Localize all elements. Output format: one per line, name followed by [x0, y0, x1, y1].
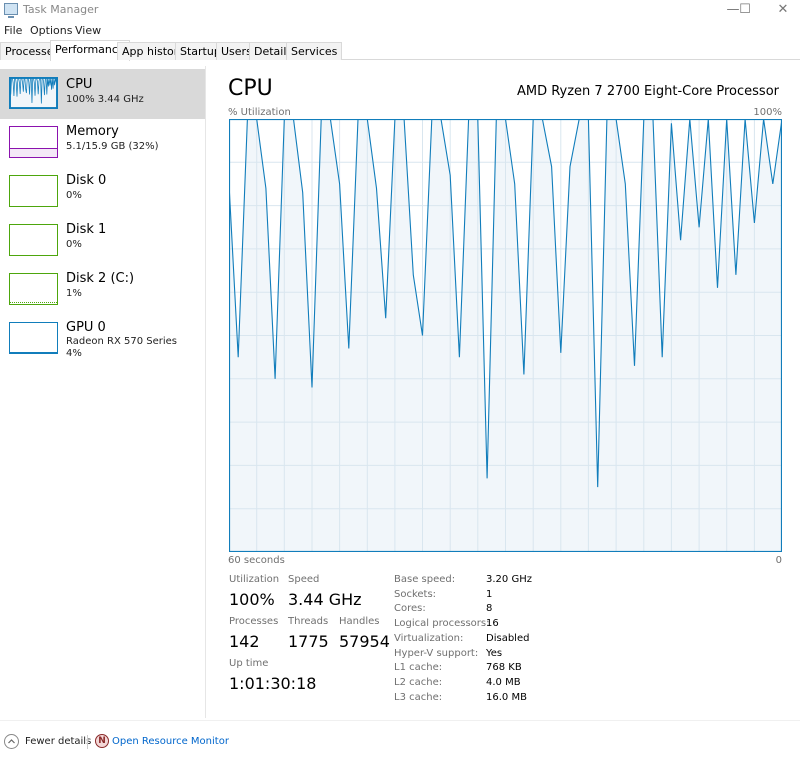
sidebar-item-subtitle: 0%	[66, 190, 82, 201]
processes-label: Processes	[229, 616, 279, 627]
detail-value: 1	[486, 588, 493, 600]
chevron-up-icon	[8, 739, 15, 744]
detail-label: L2 cache:	[394, 676, 443, 688]
detail-value: 768 KB	[486, 662, 522, 674]
detail-label: Virtualization:	[394, 632, 464, 644]
sidebar-item-gpu-0[interactable]: GPU 0 Radeon RX 570 Series 4%	[0, 314, 205, 370]
window-title: Task Manager	[23, 3, 99, 16]
graph-y-label: % Utilization	[228, 107, 291, 118]
maximize-icon: ☐	[739, 2, 751, 17]
detail-label: L1 cache:	[394, 662, 443, 674]
sidebar-item-title: Memory	[66, 124, 119, 139]
detail-value: 4.0 MB	[486, 676, 521, 688]
sidebar-item-title: Disk 0	[66, 173, 107, 188]
processor-name: AMD Ryzen 7 2700 Eight-Core Processor	[516, 84, 779, 99]
sidebar-item-title: CPU	[66, 77, 93, 92]
speed-label: Speed	[288, 574, 320, 585]
uptime-label: Up time	[229, 658, 269, 669]
processes-value: 142	[229, 632, 260, 651]
sidebar-item-usage: 4%	[66, 348, 82, 359]
detail-value: Yes	[486, 647, 503, 659]
cpu-utilization-graph	[229, 119, 782, 552]
utilization-label: Utilization	[229, 574, 280, 585]
sidebar-item-subtitle: 0%	[66, 239, 82, 250]
memory-thumbnail-graph	[9, 126, 58, 158]
detail-label: Logical processors:	[394, 618, 490, 630]
handles-value: 57954	[339, 632, 390, 651]
disk2-thumbnail-graph	[9, 273, 58, 305]
resource-sidebar: CPU 100% 3.44 GHz Memory 5.1/15.9 GB (32…	[0, 66, 206, 718]
speed-value: 3.44 GHz	[288, 590, 362, 609]
gpu-thumbnail-graph	[9, 322, 58, 354]
sidebar-item-title: GPU 0	[66, 320, 106, 335]
sidebar-item-cpu[interactable]: CPU 100% 3.44 GHz	[0, 69, 205, 119]
sidebar-item-subtitle: Radeon RX 570 Series	[66, 336, 177, 347]
threads-value: 1775	[288, 632, 329, 651]
page-title: CPU	[228, 76, 273, 101]
detail-value: Disabled	[486, 632, 530, 644]
close-button[interactable]: ✕	[766, 0, 800, 22]
sidebar-item-subtitle: 5.1/15.9 GB (32%)	[66, 141, 159, 152]
detail-label: L3 cache:	[394, 691, 443, 703]
task-manager-icon	[4, 3, 18, 18]
threads-label: Threads	[288, 616, 329, 627]
graph-y-max-label: 100%	[753, 107, 782, 118]
tab-services[interactable]: Services	[286, 42, 343, 60]
detail-value: 3.20 GHz	[486, 574, 532, 585]
graph-x-right-label: 0	[775, 555, 782, 566]
detail-value: 8	[486, 603, 493, 615]
uptime-value: 1:01:30:18	[229, 674, 317, 693]
handles-label: Handles	[339, 616, 380, 627]
detail-value: 16	[486, 618, 499, 630]
detail-label: Base speed:	[394, 574, 456, 585]
disk1-thumbnail-graph	[9, 224, 58, 256]
sidebar-item-subtitle: 1%	[66, 288, 82, 299]
sidebar-item-memory[interactable]: Memory 5.1/15.9 GB (32%)	[0, 118, 205, 168]
sidebar-item-title: Disk 1	[66, 222, 107, 237]
sidebar-item-disk-1[interactable]: Disk 1 0%	[0, 216, 205, 266]
close-icon: ✕	[777, 2, 789, 17]
menu-view[interactable]: View	[75, 24, 101, 37]
graph-x-left-label: 60 seconds	[228, 555, 285, 566]
detail-label: Hyper-V support:	[394, 647, 479, 659]
utilization-value: 100%	[229, 590, 275, 609]
menu-options[interactable]: Options	[30, 24, 72, 37]
tab-bar: Processes Performance App history Startu…	[0, 40, 800, 61]
sidebar-item-title: Disk 2 (C:)	[66, 271, 135, 286]
sidebar-item-disk-0[interactable]: Disk 0 0%	[0, 167, 205, 217]
footer: Fewer details N Open Resource Monitor	[0, 720, 800, 758]
title-bar: Task Manager — ☐ ✕	[0, 0, 800, 22]
sidebar-item-disk-2[interactable]: Disk 2 (C:) 1%	[0, 265, 205, 315]
sidebar-item-subtitle: 100% 3.44 GHz	[66, 94, 144, 105]
detail-label: Cores:	[394, 603, 426, 615]
maximize-button[interactable]: ☐	[728, 0, 762, 22]
open-resource-monitor-link[interactable]: Open Resource Monitor	[112, 736, 229, 747]
cpu-thumbnail-graph	[9, 77, 58, 109]
fewer-details-button[interactable]	[4, 734, 19, 749]
detail-value: 16.0 MB	[486, 691, 527, 703]
fewer-details-link[interactable]: Fewer details	[25, 736, 91, 747]
disk0-thumbnail-graph	[9, 175, 58, 207]
footer-divider	[87, 735, 88, 749]
detail-label: Sockets:	[394, 588, 437, 600]
cpu-detail-panel: CPU AMD Ryzen 7 2700 Eight-Core Processo…	[207, 66, 800, 718]
menu-file[interactable]: File	[4, 24, 22, 37]
resource-monitor-icon: N	[95, 734, 109, 748]
